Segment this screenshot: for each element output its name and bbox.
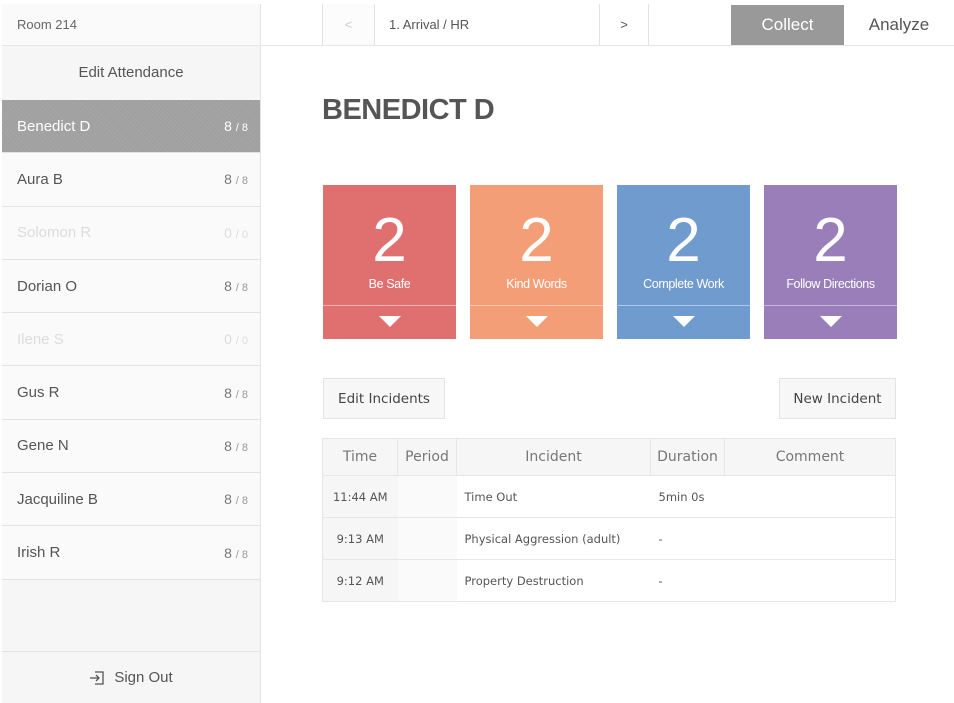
column-header-time[interactable]: Time	[322, 438, 398, 476]
column-header-comment[interactable]: Comment	[724, 438, 896, 476]
cell-incident: Property Destruction	[456, 559, 651, 602]
student-name: Benedict D	[17, 117, 91, 135]
student-item[interactable]: Solomon R 0 / 0	[2, 206, 260, 260]
sign-out-label: Sign Out	[114, 669, 173, 686]
edit-incidents-button[interactable]: Edit Incidents	[323, 378, 445, 419]
tile-count: 2	[813, 206, 848, 275]
cell-period	[397, 475, 457, 518]
incidents-table: Time Period Incident Duration Comment 11…	[322, 438, 896, 602]
column-header-period[interactable]: Period	[397, 438, 457, 476]
cell-duration: -	[650, 559, 725, 602]
attendance-count: 8 / 8	[224, 491, 248, 508]
student-name: Ilene S	[17, 330, 64, 348]
tab-analyze[interactable]: Analyze	[844, 5, 954, 45]
student-name: Solomon R	[17, 224, 92, 242]
attendance-count: 8 / 8	[224, 437, 248, 454]
cell-comment	[724, 517, 896, 560]
attendance-count: 8 / 8	[224, 118, 248, 135]
previous-period-button[interactable]: <	[322, 4, 374, 45]
cell-duration: -	[650, 517, 725, 560]
student-item[interactable]: Gene N 8 / 8	[2, 419, 260, 474]
cell-comment	[724, 475, 896, 518]
column-header-incident[interactable]: Incident	[456, 438, 651, 476]
caret-down-icon[interactable]	[819, 316, 842, 327]
attendance-count: 8 / 8	[224, 544, 248, 561]
attendance-count: 8 / 8	[224, 171, 248, 188]
attendance-count: 8 / 8	[224, 278, 248, 295]
caret-down-icon[interactable]	[672, 316, 695, 327]
tab-collect[interactable]: Collect	[731, 5, 844, 45]
cell-time: 9:12 AM	[322, 559, 398, 602]
tile-label: Follow Directions	[786, 277, 875, 291]
edit-attendance-button[interactable]: Edit Attendance	[2, 46, 260, 100]
student-item[interactable]: Jacquiline B 8 / 8	[2, 473, 260, 527]
behavior-tile-complete-work[interactable]: 2 Complete Work	[617, 185, 750, 339]
table-row[interactable]: 11:44 AM Time Out 5min 0s	[322, 475, 896, 518]
student-item[interactable]: Ilene S 0 / 0	[2, 313, 260, 367]
cell-time: 9:13 AM	[322, 517, 398, 560]
cell-duration: 5min 0s	[650, 475, 725, 518]
sign-out-button[interactable]: Sign Out	[2, 651, 260, 703]
behavior-tile-be-safe[interactable]: 2 Be Safe	[323, 185, 456, 339]
student-item[interactable]: Dorian O 8 / 8	[2, 259, 260, 314]
tile-count: 2	[372, 206, 407, 275]
tile-divider	[617, 305, 750, 306]
top-bar: < 1. Arrival / HR > Collect Analyze	[261, 4, 954, 46]
attendance-count: 0 / 0	[224, 331, 248, 348]
tile-divider	[764, 305, 897, 306]
student-name: Aura B	[17, 170, 63, 188]
attendance-count: 8 / 8	[224, 384, 248, 401]
tile-label: Kind Words	[506, 277, 567, 291]
student-name: Irish R	[17, 544, 61, 562]
table-row[interactable]: 9:13 AM Physical Aggression (adult) -	[322, 517, 896, 560]
student-item[interactable]: Irish R 8 / 8	[2, 526, 260, 580]
student-list: Benedict D 8 / 8 Aura B 8 / 8 Solomon R …	[2, 100, 260, 580]
table-header-row: Time Period Incident Duration Comment	[322, 438, 896, 476]
sign-out-icon	[89, 670, 105, 686]
sidebar: Room 214 Edit Attendance Benedict D 8 / …	[2, 4, 261, 703]
behavior-tile-follow-directions[interactable]: 2 Follow Directions	[764, 185, 897, 339]
tile-count: 2	[519, 206, 554, 275]
tile-label: Complete Work	[643, 277, 724, 291]
tile-count: 2	[666, 206, 701, 275]
behavior-tile-kind-words[interactable]: 2 Kind Words	[470, 185, 603, 339]
student-name: Jacquiline B	[17, 490, 98, 508]
room-label: Room 214	[2, 4, 260, 46]
cell-time: 11:44 AM	[322, 475, 398, 518]
student-name: Gene N	[17, 437, 69, 455]
page-title: BENEDICT D	[322, 94, 495, 126]
period-label: 1. Arrival / HR	[374, 4, 599, 45]
cell-incident: Time Out	[456, 475, 651, 518]
new-incident-button[interactable]: New Incident	[779, 378, 896, 419]
tile-label: Be Safe	[368, 277, 411, 291]
tile-divider	[323, 305, 456, 306]
caret-down-icon[interactable]	[378, 316, 401, 327]
cell-incident: Physical Aggression (adult)	[456, 517, 651, 560]
cell-period	[397, 559, 457, 602]
student-item[interactable]: Gus R 8 / 8	[2, 366, 260, 420]
student-name: Dorian O	[17, 277, 78, 295]
student-item[interactable]: Aura B 8 / 8	[2, 153, 260, 207]
next-period-button[interactable]: >	[599, 4, 649, 45]
cell-comment	[724, 559, 896, 602]
table-row[interactable]: 9:12 AM Property Destruction -	[322, 559, 896, 602]
tile-divider	[470, 305, 603, 306]
student-name: Gus R	[17, 384, 60, 402]
column-header-duration[interactable]: Duration	[650, 438, 725, 476]
student-item[interactable]: Benedict D 8 / 8	[2, 100, 260, 154]
caret-down-icon[interactable]	[525, 316, 548, 327]
attendance-count: 0 / 0	[224, 224, 248, 241]
cell-period	[397, 517, 457, 560]
